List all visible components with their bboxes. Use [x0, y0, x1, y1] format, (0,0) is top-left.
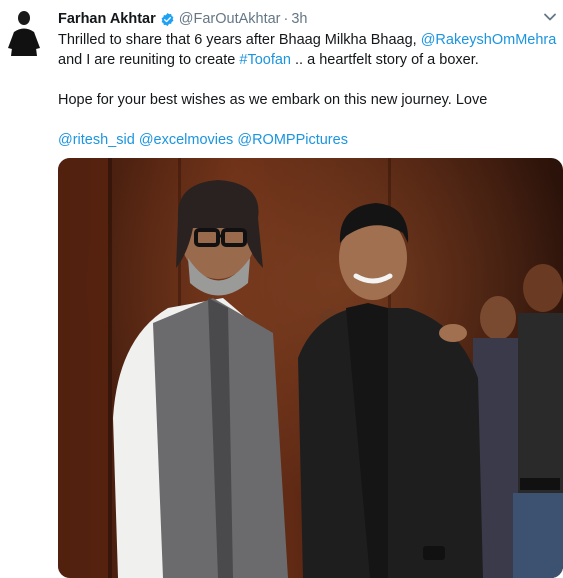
chevron-down-icon[interactable] [543, 10, 557, 24]
tweet-text: Thrilled to share that 6 years after Bha… [58, 30, 558, 150]
mention-link[interactable]: @RakeyshOmMehra [421, 32, 557, 48]
tweet-paragraph-1: Thrilled to share that 6 years after Bha… [58, 30, 558, 70]
tweet-paragraph-2: Hope for your best wishes as we embark o… [58, 92, 488, 108]
meta-separator: · [283, 11, 289, 27]
text-segment: .. a heartfelt story of a boxer. [290, 52, 479, 68]
tweet-mentions: @ritesh_sid @excelmovies @ROMPPictures [58, 130, 558, 150]
tweet-photo[interactable] [58, 158, 563, 578]
text-segment: and I are reuniting to create [58, 52, 240, 68]
mention-link[interactable]: @ROMPPictures [237, 132, 348, 148]
verified-badge-icon [160, 12, 175, 27]
text-segment: Thrilled to share that 6 years after Bha… [58, 32, 421, 48]
author-handle[interactable]: @FarOutAkhtar [179, 11, 281, 27]
avatar[interactable] [6, 8, 42, 58]
author-name[interactable]: Farhan Akhtar [58, 11, 156, 27]
tweet-header: Farhan Akhtar @FarOutAkhtar · 3h [58, 10, 523, 28]
hashtag-link[interactable]: #Toofan [239, 52, 291, 68]
mention-link[interactable]: @excelmovies [139, 132, 234, 148]
timestamp[interactable]: 3h [291, 11, 307, 27]
mention-link[interactable]: @ritesh_sid [58, 132, 135, 148]
